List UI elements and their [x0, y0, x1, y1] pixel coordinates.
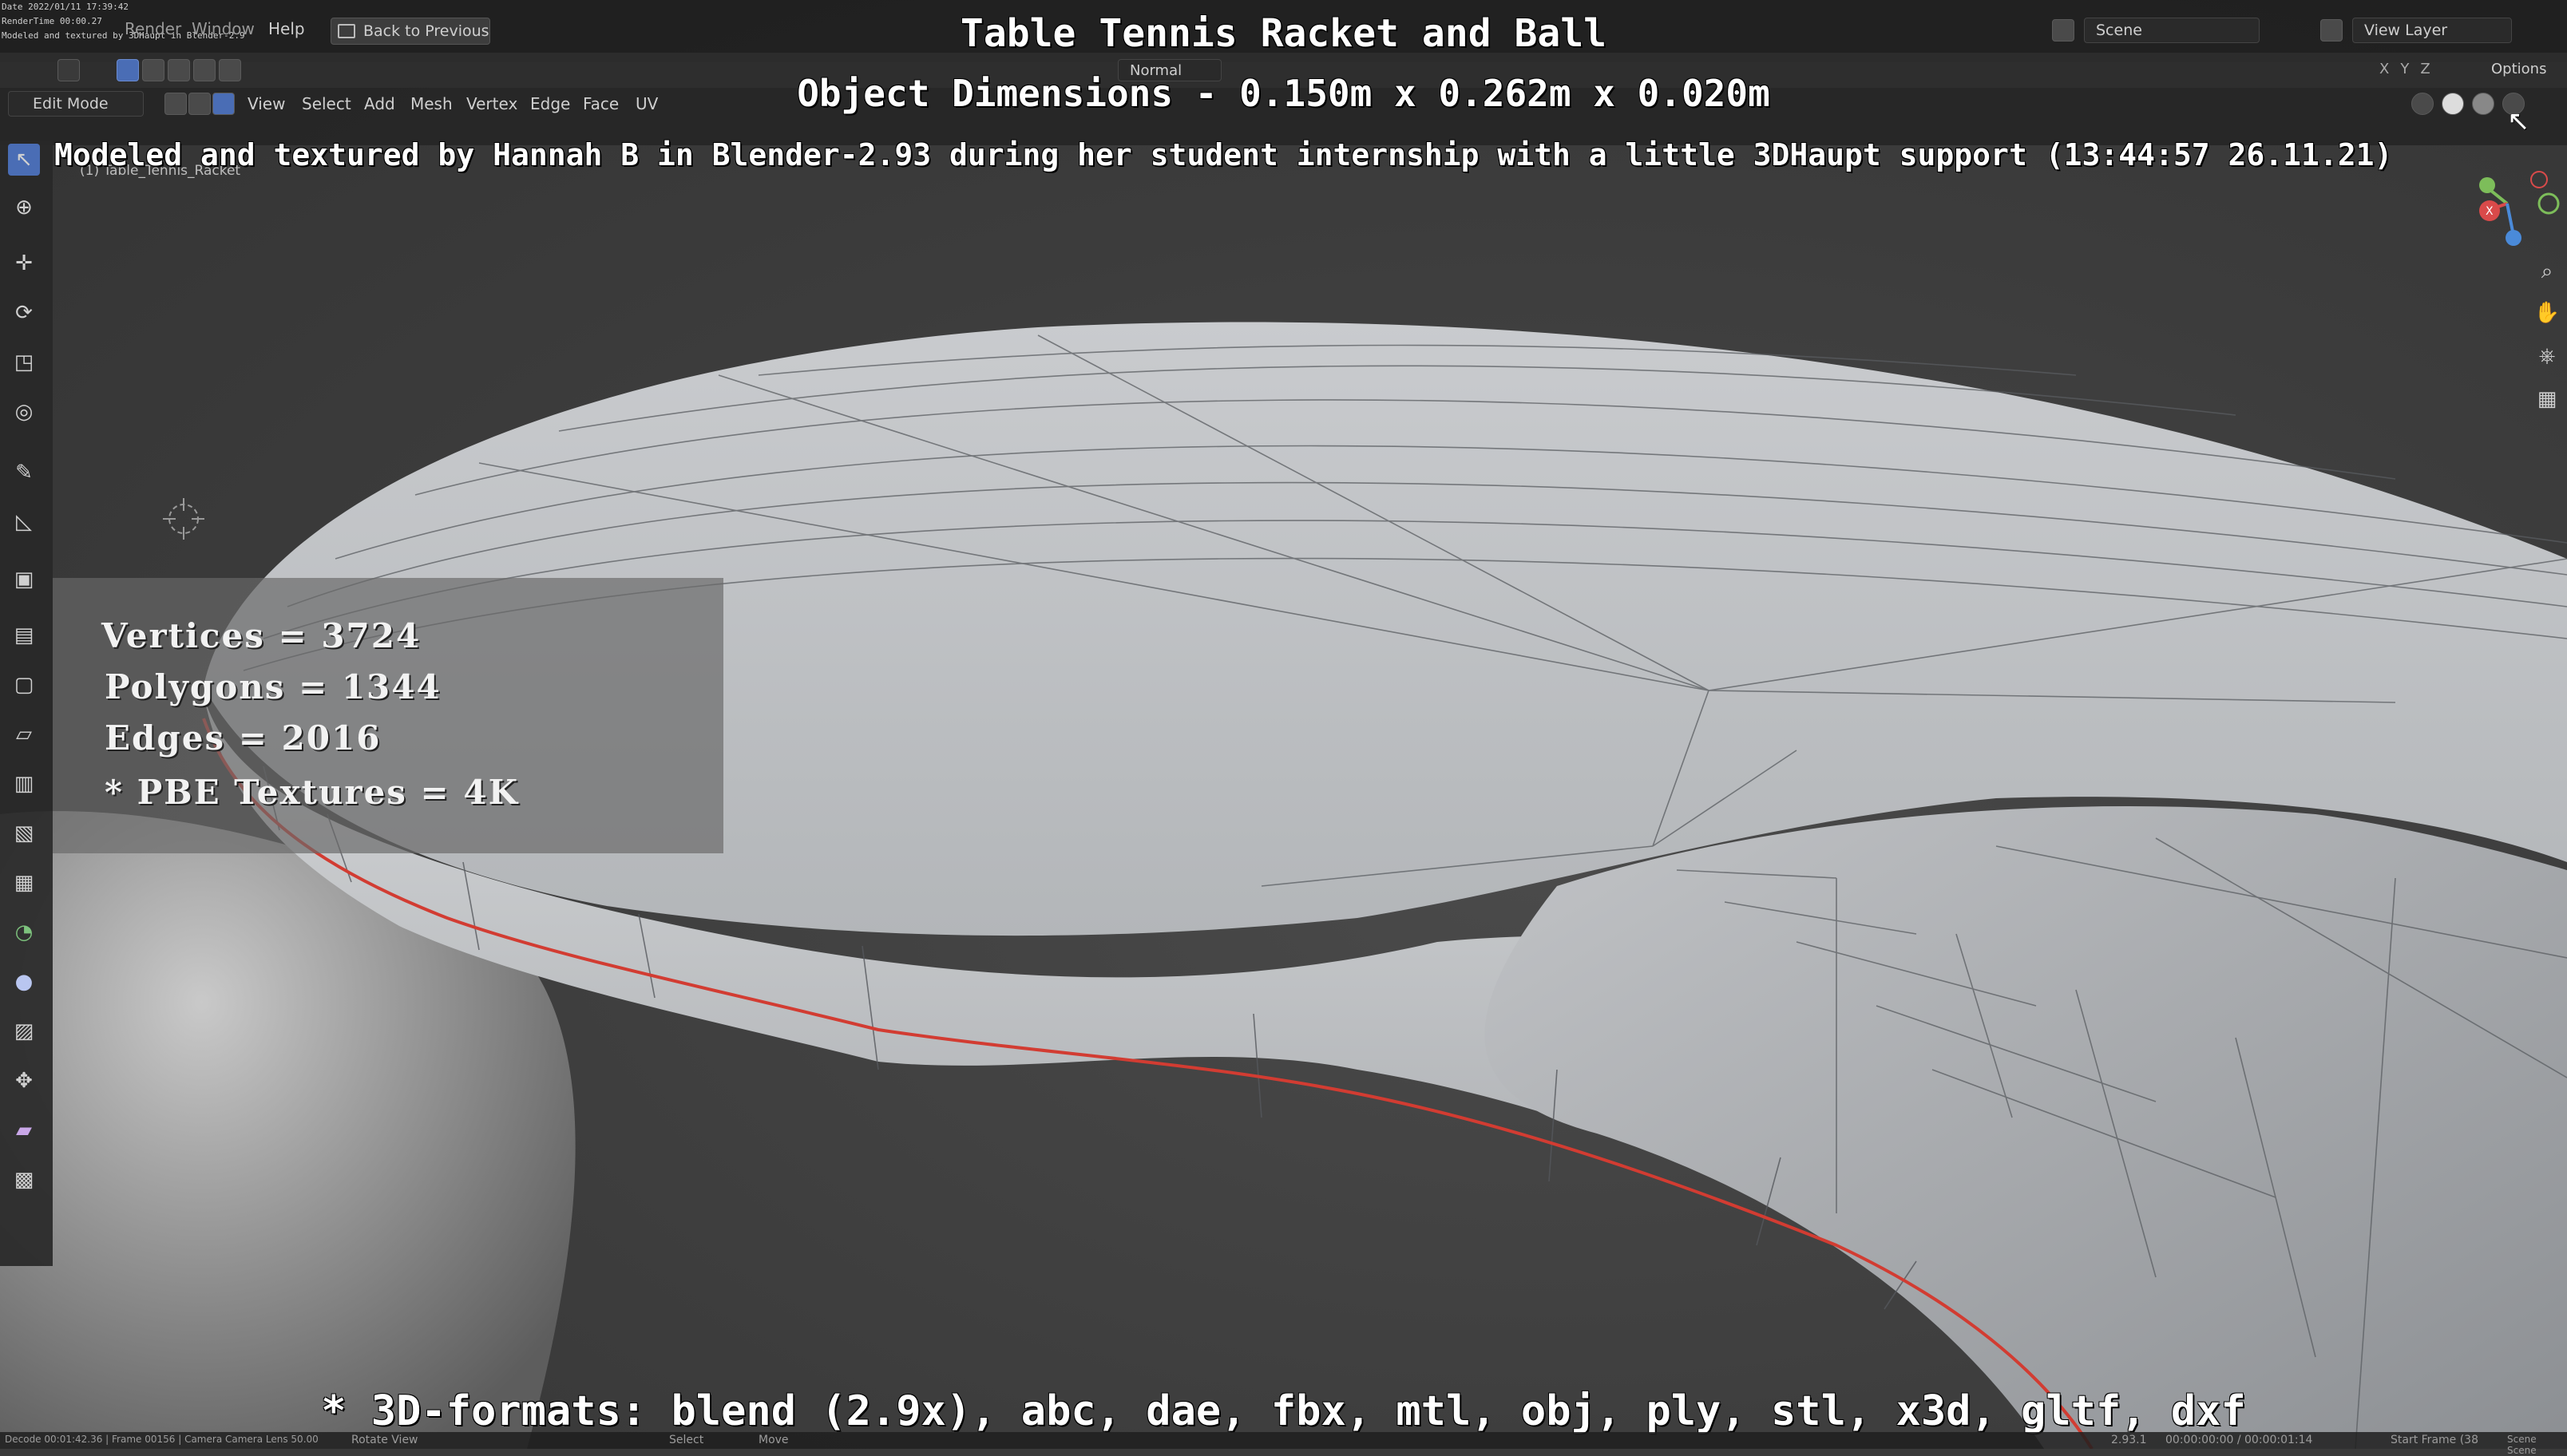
3d-cursor	[163, 498, 204, 540]
rotate-tool-icon[interactable]: ⟳	[8, 297, 40, 329]
mouse-pointer-icon: ↖	[2507, 105, 2530, 137]
status-move: Move	[759, 1434, 789, 1446]
overlay-dimensions: Object Dimensions - 0.150m x 0.262m x 0.…	[797, 72, 1770, 115]
bevel-tool-icon[interactable]: ▱	[8, 718, 40, 750]
transform-tool-icon[interactable]: ◎	[8, 396, 40, 428]
status-rotate: Rotate View	[351, 1434, 418, 1446]
measure-tool-icon[interactable]: ◺	[8, 506, 40, 538]
overlay-formats: * 3D-formats: blend (2.9x), abc, dae, fb…	[321, 1387, 2246, 1435]
navigation-gizmo[interactable]: X	[2459, 160, 2563, 255]
left-toolbar: ↖ ⊕ ✛ ⟳ ◳ ◎ ✎ ◺ ▣ ▤ ▢ ▱ ▥ ▧ ▦ ◔ ● ▨ ✥ ▰ …	[0, 140, 53, 1266]
extrude-tool-icon[interactable]: ▤	[8, 619, 40, 651]
camera-view-icon[interactable]: ⎈	[2533, 342, 2561, 370]
stat-edges: Edges = 2016	[105, 718, 382, 758]
pan-hand-icon[interactable]: ✋	[2533, 299, 2561, 327]
overlay-title: Table Tennis Racket and Ball	[960, 11, 1607, 56]
perspective-toggle-icon[interactable]: ▦	[2533, 385, 2561, 413]
scale-tool-icon[interactable]: ◳	[8, 346, 40, 378]
select-tool-icon[interactable]: ↖	[8, 144, 40, 176]
shrink-fatten-tool-icon[interactable]: ✥	[8, 1065, 40, 1097]
rip-tool-icon[interactable]: ▩	[8, 1164, 40, 1196]
spin-tool-icon[interactable]: ◔	[8, 916, 40, 948]
status-start-frame: Start Frame (38	[2391, 1434, 2478, 1446]
annotate-tool-icon[interactable]: ✎	[8, 457, 40, 489]
status-version: 2.93.1	[2111, 1434, 2147, 1446]
poly-build-tool-icon[interactable]: ▦	[8, 867, 40, 899]
status-time: 00:00:00:00 / 00:00:01:14	[2165, 1434, 2313, 1446]
edge-slide-tool-icon[interactable]: ▨	[8, 1015, 40, 1047]
knife-tool-icon[interactable]: ▧	[8, 817, 40, 849]
status-bar: Decode 00:01:42.36 | Frame 00156 | Camer…	[0, 1432, 2567, 1456]
add-cube-tool-icon[interactable]: ▣	[8, 564, 40, 595]
status-scene: Scene Scene	[2507, 1434, 2537, 1456]
loop-cut-tool-icon[interactable]: ▥	[8, 768, 40, 800]
stat-polygons: Polygons = 1344	[105, 667, 442, 706]
stat-textures: * PBE Textures = 4K	[105, 773, 520, 812]
overlay-credit: Modeled and textured by Hannah B in Blen…	[54, 137, 2393, 172]
status-left: Decode 00:01:42.36 | Frame 00156 | Camer…	[5, 1434, 319, 1445]
status-select: Select	[669, 1434, 704, 1446]
shear-tool-icon[interactable]: ▰	[8, 1114, 40, 1146]
move-tool-icon[interactable]: ✛	[8, 247, 40, 279]
zoom-icon[interactable]: ⌕	[2533, 257, 2561, 286]
stat-vertices: Vertices = 3724	[101, 616, 422, 655]
smooth-tool-icon[interactable]: ●	[8, 966, 40, 998]
cursor-tool-icon[interactable]: ⊕	[8, 192, 40, 224]
racket-handle	[1484, 806, 2567, 1449]
svg-text:X: X	[2486, 205, 2494, 218]
inset-tool-icon[interactable]: ▢	[8, 669, 40, 701]
